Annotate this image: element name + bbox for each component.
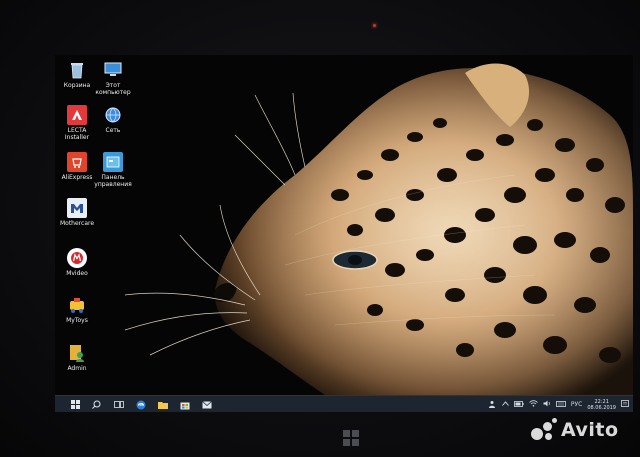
- battery-icon[interactable]: [513, 400, 524, 409]
- task-view-icon[interactable]: [113, 399, 124, 410]
- mytoys-icon: [67, 295, 87, 315]
- file-explorer-icon[interactable]: [157, 399, 168, 410]
- notifications-icon[interactable]: [621, 399, 629, 410]
- avito-watermark: Avito: [531, 415, 631, 445]
- lecta-installer-icon: [67, 105, 87, 125]
- edge-icon[interactable]: [135, 399, 146, 410]
- system-tray: РУС 22:21 08.06.2019: [488, 396, 629, 412]
- mail-icon[interactable]: [201, 399, 212, 410]
- desktop-icon-this-pc[interactable]: Этот компьютер: [91, 60, 135, 96]
- desktop-icon-admin[interactable]: Admin: [55, 343, 99, 372]
- hardware-windows-button: [343, 430, 359, 446]
- control-panel-icon: [103, 152, 123, 172]
- search-icon[interactable]: [91, 399, 102, 410]
- desktop-icon-mytoys[interactable]: MyToys: [55, 295, 99, 324]
- desktop-icon-mvideo[interactable]: Mvideo: [55, 248, 99, 277]
- screen: Корзина Этот компьютер LECTA Installer С…: [55, 55, 633, 412]
- desktop-icon-network[interactable]: Сеть: [91, 105, 135, 134]
- avito-logo-icon: [531, 418, 557, 442]
- chevron-up-icon[interactable]: [502, 401, 509, 408]
- clock-date: 08.06.2019: [587, 404, 616, 411]
- keyboard-icon[interactable]: [555, 400, 566, 409]
- language-indicator[interactable]: РУС: [571, 401, 582, 408]
- taskbar: РУС 22:21 08.06.2019: [55, 395, 633, 412]
- desktop-icon-mothercare[interactable]: Mothercare: [55, 198, 99, 227]
- avito-brand-text: Avito: [561, 419, 619, 441]
- mvideo-icon: [67, 248, 87, 268]
- store-icon[interactable]: [179, 399, 190, 410]
- desktop-icons: Корзина Этот компьютер LECTA Installer С…: [55, 55, 633, 395]
- network-icon: [103, 105, 123, 125]
- mothercare-icon: [67, 198, 87, 218]
- camera-indicator: [373, 24, 376, 27]
- taskbar-clock[interactable]: 22:21 08.06.2019: [587, 399, 616, 411]
- volume-icon[interactable]: [543, 400, 551, 409]
- this-pc-icon: [103, 60, 123, 80]
- windows-start-icon[interactable]: [70, 399, 81, 410]
- recycle-bin-icon: [67, 60, 87, 80]
- wifi-icon[interactable]: [529, 400, 538, 409]
- desktop-icon-control-panel[interactable]: Панель управления: [91, 152, 135, 188]
- people-icon[interactable]: [488, 400, 497, 410]
- admin-user-icon: [67, 343, 87, 363]
- aliexpress-icon: [67, 152, 87, 172]
